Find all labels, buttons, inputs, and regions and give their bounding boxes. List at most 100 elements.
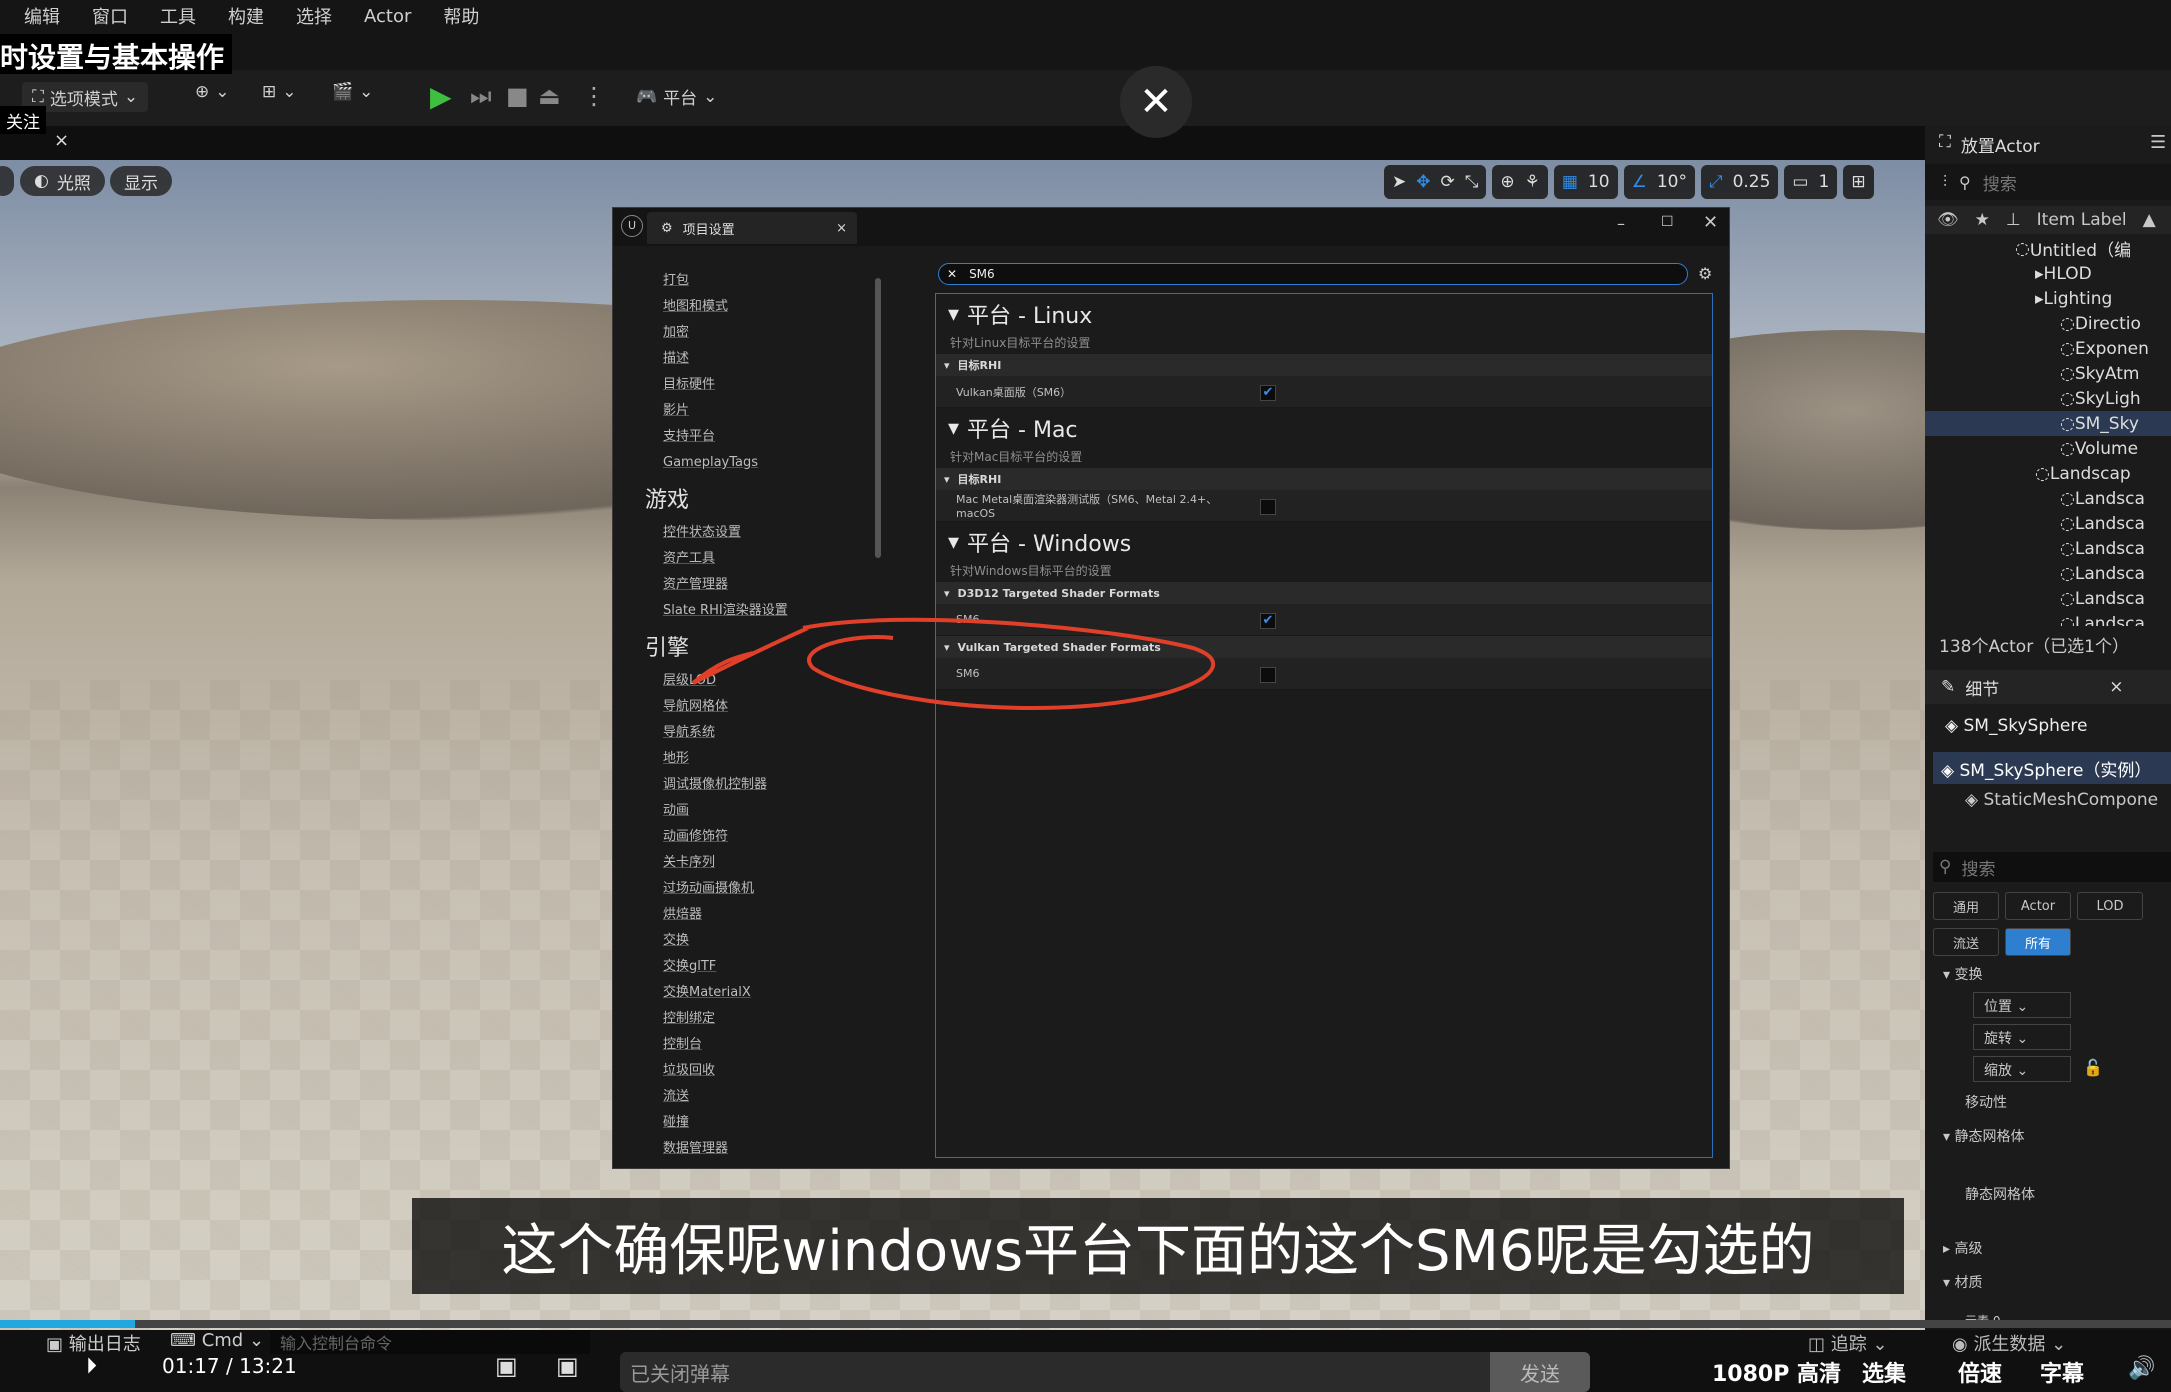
nav-item[interactable]: 加密 xyxy=(633,320,883,346)
nav-item[interactable]: 描述 xyxy=(633,346,883,372)
follow-button[interactable]: 关注 xyxy=(0,106,46,134)
outliner-row[interactable]: ◌ Untitled（编 xyxy=(1925,236,2171,262)
scale-dropdown[interactable]: 缩放 ⌄ xyxy=(1973,1056,2071,1082)
outliner-row[interactable]: ▸ HLOD xyxy=(1925,261,2171,286)
collapse-arrow-icon[interactable]: ▾ xyxy=(944,473,950,486)
menu-item[interactable]: Actor xyxy=(364,6,411,27)
component-static-mesh[interactable]: ◈ StaticMeshCompone xyxy=(1965,790,2158,810)
nav-item[interactable]: 交换 xyxy=(633,928,883,954)
nav-item[interactable]: 地图和模式 xyxy=(633,294,883,320)
output-log-button[interactable]: ▣ 输出日志 xyxy=(46,1330,141,1356)
nav-item[interactable]: 碰撞 xyxy=(633,1110,883,1136)
cmd-button[interactable]: ⌨ Cmd ⌄ xyxy=(170,1330,264,1351)
section-materials[interactable]: ▾ 材质 xyxy=(1943,1272,1982,1292)
minimize-icon[interactable]: – xyxy=(1617,214,1625,233)
filter-icon[interactable]: ⫶ xyxy=(1943,172,1947,192)
outliner-row[interactable]: ◌ Landscap xyxy=(1925,461,2171,486)
section-static-mesh[interactable]: ▾ 静态网格体 xyxy=(1943,1126,2024,1146)
grid-snap[interactable]: ▦ 10 xyxy=(1553,165,1618,199)
world-local-toggle[interactable]: ⊕ ⚘ xyxy=(1492,165,1548,199)
filter-chip[interactable]: 流送 xyxy=(1933,928,1999,956)
collapse-arrow-icon[interactable]: ▾ xyxy=(948,416,959,441)
menu-item[interactable]: 构建 xyxy=(228,3,264,29)
add-actor-button[interactable]: ⊕ ⌄ xyxy=(195,82,230,102)
trace-button[interactable]: ◫ 追踪 ⌄ xyxy=(1808,1330,1888,1356)
list-icon[interactable]: ☰ xyxy=(2150,132,2166,153)
nav-item[interactable]: 目标硬件 xyxy=(633,372,883,398)
close-icon[interactable]: × xyxy=(54,130,69,151)
platform-section-title[interactable]: ▾ 平台 - Mac xyxy=(936,408,1712,448)
nav-item[interactable]: 烘焙器 xyxy=(633,902,883,928)
category-header[interactable]: ▾ 目标RHI xyxy=(936,354,1712,376)
outliner-row[interactable]: ◌ Landsca xyxy=(1925,536,2171,561)
setting-checkbox[interactable] xyxy=(1260,499,1276,515)
outliner-row[interactable]: ◌ Volume xyxy=(1925,436,2171,461)
more-icon[interactable]: ⋮ xyxy=(582,82,606,110)
outliner-row[interactable]: ◌ SkyLigh xyxy=(1925,386,2171,411)
stop-icon[interactable]: ■ xyxy=(506,82,529,110)
outliner-row[interactable]: ◌ Exponen xyxy=(1925,336,2171,361)
nav-item[interactable]: 垃圾回收 xyxy=(633,1058,883,1084)
close-icon[interactable]: × xyxy=(836,221,847,236)
camera-speed[interactable]: ▭ 1 xyxy=(1784,165,1838,199)
collapse-arrow-icon[interactable]: ▾ xyxy=(944,359,950,372)
show-button[interactable]: 显示 xyxy=(110,166,172,196)
outliner-row[interactable]: ◌ Landsca xyxy=(1925,486,2171,511)
outliner-row[interactable]: ◌ Landsca xyxy=(1925,586,2171,611)
console-input[interactable]: 输入控制台命令 xyxy=(270,1330,590,1354)
close-overlay-button[interactable]: ✕ xyxy=(1120,66,1192,138)
scale-snap[interactable]: ⤢ 0.25 xyxy=(1700,165,1779,199)
danmu-input[interactable]: 已关闭弹幕 xyxy=(620,1352,1590,1392)
blueprint-button[interactable]: ⊞ ⌄ xyxy=(262,82,297,102)
nav-item[interactable]: 动画修饰符 xyxy=(633,824,883,850)
nav-item[interactable]: 控制绑定 xyxy=(633,1006,883,1032)
caption-button[interactable]: 字幕 xyxy=(2040,1356,2084,1388)
filter-chip[interactable]: 所有 xyxy=(2005,928,2071,956)
filter-chip[interactable]: 通用 xyxy=(1933,892,1999,920)
outliner-row[interactable]: ◌ Landsca xyxy=(1925,611,2171,627)
step-icon[interactable]: ⏭ xyxy=(470,82,492,110)
settings-search-input[interactable]: ✕ SM6 xyxy=(938,263,1688,285)
outliner-row[interactable]: ◌ Landsca xyxy=(1925,561,2171,586)
nav-item[interactable]: 流送 xyxy=(633,1084,883,1110)
nav-item[interactable]: 交换MaterialX xyxy=(633,980,883,1006)
nav-scrollbar[interactable] xyxy=(875,278,881,558)
eject-icon[interactable]: ⏏ xyxy=(538,82,561,110)
danmu-settings-icon[interactable]: ▣ xyxy=(556,1352,579,1380)
nav-item[interactable]: GameplayTags xyxy=(633,450,883,476)
transform-modes[interactable]: ➤ ✥ ⟳ ⤡ xyxy=(1384,165,1487,199)
lighting-button[interactable]: ◐ 光照 xyxy=(20,166,105,196)
filter-chip[interactable]: Actor xyxy=(2005,892,2071,920)
details-search-input[interactable]: ⚲ 搜索 xyxy=(1933,852,2171,882)
nav-item[interactable]: 控制台 xyxy=(633,1032,883,1058)
send-button[interactable]: 发送 xyxy=(1490,1352,1590,1392)
outliner-row[interactable]: ◌ SM_Sky xyxy=(1925,411,2171,436)
nav-item[interactable]: 支持平台 xyxy=(633,424,883,450)
menu-item[interactable]: 编辑 xyxy=(24,3,60,29)
rotation-dropdown[interactable]: 旋转 ⌄ xyxy=(1973,1024,2071,1050)
filter-chip[interactable]: LOD xyxy=(2077,892,2143,920)
play-pause-icon[interactable]: ⏵ xyxy=(86,1354,97,1379)
menu-item[interactable]: 工具 xyxy=(160,3,196,29)
collapse-arrow-icon[interactable]: ▾ xyxy=(948,530,959,555)
nav-item[interactable]: 动画 xyxy=(633,798,883,824)
nav-item[interactable]: 关卡序列 xyxy=(633,850,883,876)
nav-item[interactable]: 影片 xyxy=(633,398,883,424)
viewport-menu-pill[interactable] xyxy=(0,166,14,196)
outliner-row[interactable]: ◌ Directio xyxy=(1925,311,2171,336)
setting-checkbox[interactable]: ✔ xyxy=(1260,385,1276,401)
volume-icon[interactable]: 🔊 xyxy=(2128,1356,2155,1381)
danmu-toggle-icon[interactable]: ▣ xyxy=(495,1352,518,1380)
collapse-arrow-icon[interactable]: ▾ xyxy=(948,302,959,327)
category-header[interactable]: ▾ 目标RHI xyxy=(936,468,1712,490)
component-instance[interactable]: ◈ SM_SkySphere（实例） xyxy=(1933,752,2171,784)
speed-button[interactable]: 倍速 xyxy=(1958,1356,2002,1388)
nav-item[interactable]: 数据管理器 xyxy=(633,1136,883,1158)
layout-button[interactable]: ⊞ xyxy=(1843,165,1874,199)
close-icon[interactable]: ✕ xyxy=(1703,212,1718,233)
progress-track[interactable] xyxy=(0,1320,2171,1328)
nav-item[interactable]: 控件状态设置 xyxy=(633,520,883,546)
outliner-search[interactable]: ⫶ ⚲ 搜索 xyxy=(1925,164,2171,200)
section-transform[interactable]: ▾ 变换 xyxy=(1943,964,1982,984)
angle-snap[interactable]: ∠ 10° xyxy=(1623,165,1695,199)
